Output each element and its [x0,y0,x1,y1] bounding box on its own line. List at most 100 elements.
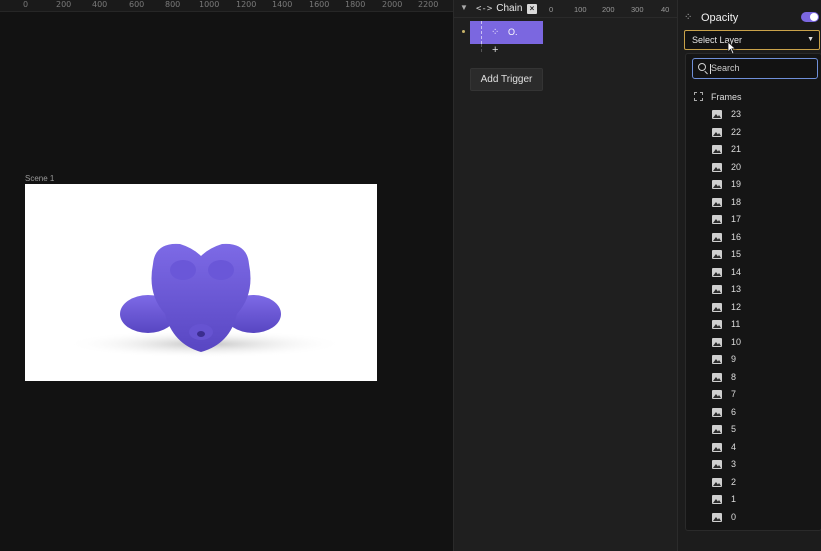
frame-layer-item[interactable]: 0 [712,512,812,530]
opacity-icon: ⁘ [491,27,500,38]
frame-layer-label: 13 [731,284,742,294]
frame-layer-item[interactable]: 17 [712,214,812,232]
frame-layer-label: 22 [731,126,742,137]
frame-layer-item[interactable]: 20 [712,162,812,180]
close-icon[interactable]: × [527,4,537,14]
frame-list: 23 22 21 20 19 18 17 16 15 14 13 12 11 10 9 8 7 6 5 4 3 2 1 0 [712,109,812,529]
frame-layer-label: 3 [731,459,737,469]
image-icon [712,267,722,277]
add-layer-button[interactable]: + [492,44,498,56]
image-icon [712,250,722,259]
timeline-header: ▼ <-> Chain × 0 100 200 300 40 [454,0,686,18]
timeline-ruler: 0 100 200 300 40 [547,0,686,18]
opacity-toggle[interactable] [801,12,819,22]
timeline-panel: ▼ <-> Chain × 0 100 200 300 40 ⁘ O. + Ad… [453,0,686,551]
tick-label: 100 [574,5,587,14]
panel-title: Opacity [701,12,739,24]
text-cursor [710,64,711,74]
ruler-label: 2000 [382,0,403,9]
ruler-label: 400 [92,0,108,9]
image-icon [712,285,722,294]
timeline-layer-opacity[interactable]: ⁘ O. [470,21,543,44]
app-root: 0 200 400 600 8 0 0 1000 1200 1400 1600 18… [0,0,821,551]
search-placeholder: Search [711,63,740,73]
frame-layer-item[interactable]: 8 [712,372,812,390]
tree-guide [481,44,482,52]
ruler-label: 1200 [236,0,257,9]
frame-layer-item[interactable]: 2 [712,477,812,495]
image-icon [712,197,722,207]
ruler-label: 1400 [272,0,293,9]
ruler-label: 2200 [418,0,439,9]
tree-guide [481,21,482,44]
image-icon [712,442,722,452]
frames-label: Frames [711,92,742,102]
image-icon [712,215,722,224]
frame-layer-item[interactable]: 9 [712,354,812,372]
image-icon [712,180,722,189]
ruler-label: 200 [56,0,72,9]
frame-layer-label: 0 [731,511,737,522]
frame-layer-item[interactable]: 6 [712,407,812,425]
tick-label: 0 [549,5,554,14]
image-icon [712,145,722,154]
frame-layer-item[interactable]: 16 [712,232,812,250]
frame-layer-label: 19 [731,179,742,189]
frame-layer-item[interactable]: 18 [712,197,812,215]
add-trigger-button[interactable]: Add Trigger [470,68,543,91]
frame-layer-label: 1 [731,494,737,504]
properties-panel: ⁘ Opacity Select Layer ▼ Search Frames 2… [677,0,821,551]
frame-layer-item[interactable]: 1 [712,494,812,512]
collapse-arrow-icon[interactable]: ▼ [460,3,468,12]
image-icon [712,337,722,347]
frame-layer-item[interactable]: 22 [712,127,812,145]
frame-layer-item[interactable]: 23 [712,109,812,127]
canvas-area[interactable]: 0 200 400 600 800 1000 1200 1400 1600 18… [0,0,453,551]
frame-layer-item[interactable]: 3 [712,459,812,477]
frame-layer-label: 6 [731,406,737,417]
chain-label: Chain [496,3,523,14]
ruler-label: 1800 [345,0,366,9]
add-layer-row: + [470,44,543,58]
image-icon [712,232,722,242]
image-icon [712,302,722,312]
frame-layer-label: 2 [731,476,737,487]
frame-layer-item[interactable]: 12 [712,302,812,320]
select-layer-dropdown[interactable]: Select Layer ▼ [684,30,820,50]
chevron-down-icon: ▼ [807,36,814,43]
frame-layer-label: 12 [731,301,742,312]
frame-layer-label: 11 [731,319,741,329]
tick-label: 40 [661,5,670,14]
chain-tab[interactable]: <-> Chain [476,3,522,14]
frame-layer-label: 18 [731,196,742,207]
canvas-ruler: 0 200 400 600 800 1000 1200 1400 1600 18… [0,0,453,12]
frame-layer-label: 7 [731,389,737,399]
frame-layer-item[interactable]: 15 [712,249,812,267]
image-icon [712,407,722,417]
frame-layer-item[interactable]: 13 [712,284,812,302]
layer-label: O. [508,27,518,37]
ruler-label: 1600 [309,0,330,9]
search-input[interactable]: Search [692,58,818,79]
frame-layer-item[interactable]: 21 [712,144,812,162]
scene-frame[interactable] [25,184,377,381]
frame-layer-item[interactable]: 19 [712,179,812,197]
frame-layer-item[interactable]: 14 [712,267,812,285]
frames-group[interactable]: Frames [694,91,814,105]
image-icon [712,355,722,364]
ruler-label: 0 [23,0,29,9]
ruler-label: 600 [129,0,145,9]
image-icon [712,512,722,522]
frame-layer-label: 10 [731,336,742,347]
frame-layer-label: 20 [731,161,742,172]
frame-layer-item[interactable]: 5 [712,424,812,442]
frame-layer-item[interactable]: 11 [712,319,812,337]
frame-layer-item[interactable]: 7 [712,389,812,407]
image-icon [712,495,722,504]
image-icon [712,390,722,399]
ruler-label: 1000 [199,0,220,9]
frame-layer-item[interactable]: 4 [712,442,812,460]
chain-link-icon: <-> [476,3,493,14]
keyframe-dot[interactable] [462,30,465,33]
frame-layer-item[interactable]: 10 [712,337,812,355]
